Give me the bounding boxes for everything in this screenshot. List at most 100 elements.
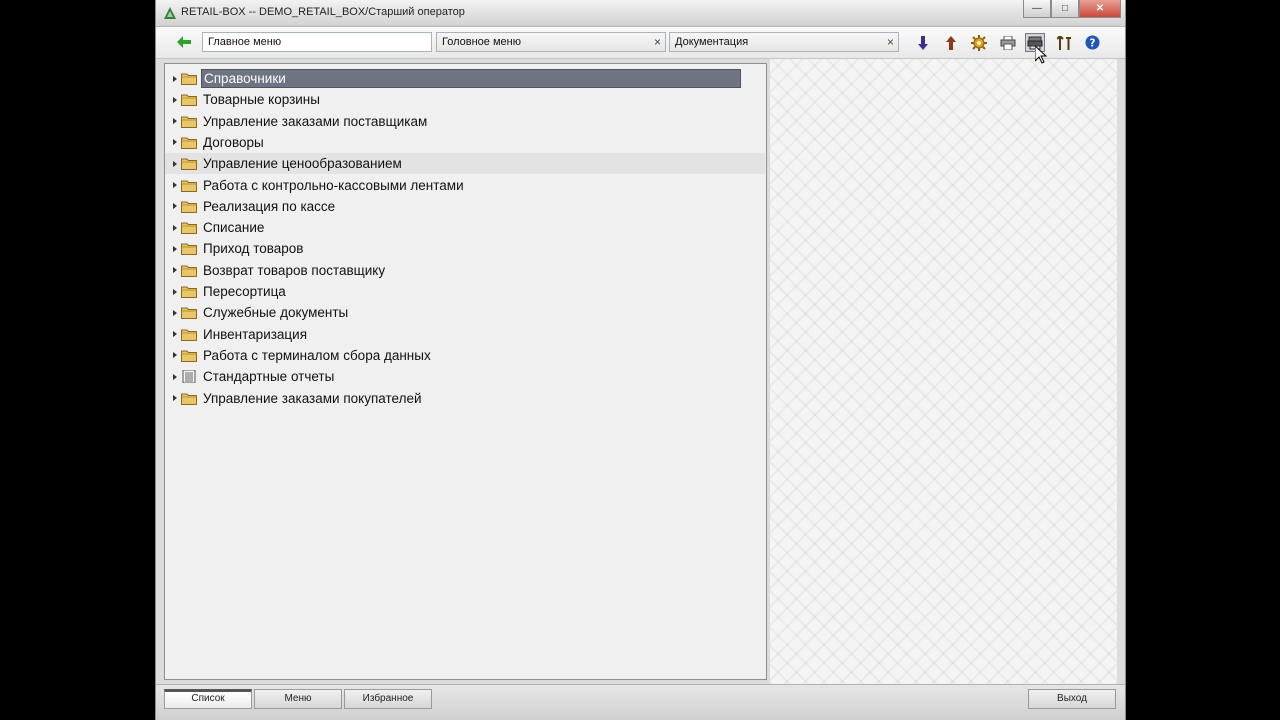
tree-item[interactable]: Пересортица (165, 281, 765, 302)
exit-button[interactable]: Выход (1028, 689, 1116, 709)
tree-item[interactable]: Приход товаров (165, 238, 765, 259)
bottom-tabbar: Список Меню Избранное Выход (156, 684, 1125, 720)
expand-arrow-icon[interactable] (173, 139, 177, 146)
folder-icon (181, 350, 197, 362)
tree-item[interactable]: Списание (165, 217, 765, 238)
tab-documentation-label: Документация (675, 36, 749, 48)
expand-arrow-icon[interactable] (173, 224, 177, 231)
arrow-down-icon (918, 35, 928, 50)
print-icon (1000, 35, 1016, 50)
sort-icon (1057, 35, 1071, 50)
tree-item-label: Стандартные отчеты (203, 369, 335, 385)
print-button[interactable] (998, 33, 1018, 52)
folder-icon (181, 307, 197, 320)
expand-arrow-icon[interactable] (173, 288, 177, 295)
folder-icon (181, 243, 197, 256)
svg-text:?: ? (1089, 37, 1095, 49)
tree-item-label: Справочники (201, 69, 741, 88)
folder-icon (181, 158, 197, 171)
main-menu-field[interactable]: Главное меню (202, 32, 432, 52)
tab-menu[interactable]: Меню (254, 689, 342, 709)
expand-arrow-icon[interactable] (173, 245, 177, 252)
tree-item-label: Управление заказами поставщикам (203, 113, 428, 129)
tab-close-icon[interactable]: × (654, 33, 661, 51)
help-icon: ? (1084, 35, 1100, 50)
tree-item[interactable]: Справочники (165, 68, 765, 89)
tab-head-menu[interactable]: Головное меню × (436, 32, 666, 52)
folder-icon (181, 180, 197, 192)
folder-icon (181, 265, 197, 277)
back-arrow-icon (177, 36, 191, 48)
expand-arrow-icon[interactable] (173, 96, 177, 103)
mouse-cursor-icon (1035, 46, 1047, 64)
report-icon (182, 370, 196, 384)
tree-item-label: Товарные корзины (203, 92, 320, 108)
folder-icon (181, 286, 197, 298)
expand-arrow-icon[interactable] (173, 75, 177, 82)
tab-close-icon[interactable]: × (887, 33, 894, 51)
tab-documentation[interactable]: Документация × (669, 32, 899, 52)
tree-item[interactable]: Работа с контрольно-кассовыми лентами (165, 175, 765, 196)
tree-item-label: Возврат товаров поставщику (203, 262, 386, 278)
folder-icon (181, 137, 197, 149)
expand-arrow-icon[interactable] (173, 352, 177, 359)
settings-button[interactable] (969, 33, 989, 52)
tree-item-label: Пересортица (203, 284, 286, 299)
app-window: RETAIL-BOX -- DEMO_RETAIL_BOX/Старший оп… (155, 0, 1126, 720)
expand-arrow-icon[interactable] (173, 267, 177, 274)
tree-item[interactable]: Служебные документы (165, 302, 765, 323)
app-logo-icon (164, 7, 176, 19)
tree-item[interactable]: Управление ценообразованием (165, 153, 765, 175)
tab-favorites[interactable]: Избранное (344, 689, 432, 709)
help-button[interactable]: ? (1082, 33, 1102, 52)
tree-item[interactable]: Договоры (165, 132, 765, 153)
window-title: RETAIL-BOX -- DEMO_RETAIL_BOX/Старший оп… (181, 6, 465, 18)
tree-item[interactable]: Работа с терминалом сбора данных (165, 345, 765, 366)
tree-item[interactable]: Управление заказами поставщикам (165, 111, 765, 132)
expand-arrow-icon[interactable] (173, 309, 177, 316)
tree-item-label: Управление ценообразованием (203, 156, 402, 172)
tab-list[interactable]: Список (164, 689, 252, 709)
toolbar: Главное меню Головное меню × Документаци… (156, 27, 1125, 59)
workspace-background (770, 59, 1117, 684)
folder-icon (181, 94, 197, 107)
tree-item[interactable]: Реализация по кассе (165, 196, 765, 217)
tree-item-label: Договоры (203, 134, 264, 150)
expand-arrow-icon[interactable] (173, 373, 177, 380)
expand-arrow-icon[interactable] (173, 182, 177, 188)
back-button[interactable] (174, 33, 194, 51)
expand-arrow-icon[interactable] (173, 203, 177, 210)
tree-item[interactable]: Товарные корзины (165, 89, 765, 110)
folder-icon (181, 73, 197, 85)
tree-item[interactable]: Возврат товаров поставщику (165, 260, 765, 281)
tab-head-menu-label: Головное меню (442, 36, 521, 48)
move-up-button[interactable] (941, 33, 961, 52)
tree-item-label: Работа с контрольно-кассовыми лентами (203, 177, 464, 193)
folder-icon (181, 222, 197, 235)
tree-item-label: Служебные документы (203, 305, 349, 321)
arrow-up-icon (946, 35, 956, 50)
title-bar[interactable]: RETAIL-BOX -- DEMO_RETAIL_BOX/Старший оп… (156, 0, 1125, 27)
tree-item[interactable]: Стандартные отчеты (165, 366, 765, 387)
folder-icon (181, 116, 197, 128)
sort-button[interactable] (1054, 33, 1074, 52)
folder-icon (181, 329, 197, 341)
tree-item[interactable]: Управление заказами покупателей (165, 388, 765, 409)
folder-icon (181, 393, 197, 405)
expand-arrow-icon[interactable] (173, 331, 177, 338)
expand-arrow-icon[interactable] (173, 118, 177, 125)
tree-item-label: Приход товаров (203, 241, 304, 257)
tree-item-label: Реализация по кассе (203, 198, 336, 214)
expand-arrow-icon[interactable] (173, 160, 177, 167)
expand-arrow-icon[interactable] (173, 395, 177, 401)
window-controls: — □ ✕ (1023, 0, 1121, 18)
minimize-button[interactable]: — (1023, 0, 1051, 18)
tree-item-label: Инвентаризация (203, 326, 308, 342)
close-button[interactable]: ✕ (1079, 0, 1121, 18)
maximize-button[interactable]: □ (1051, 0, 1079, 18)
tree-item[interactable]: Инвентаризация (165, 324, 765, 345)
move-down-button[interactable] (913, 33, 933, 52)
gear-icon (971, 34, 987, 51)
tree-item-label: Работа с терминалом сбора данных (203, 347, 431, 363)
menu-tree: Справочники Товарные корзины Управление за… (164, 63, 767, 680)
